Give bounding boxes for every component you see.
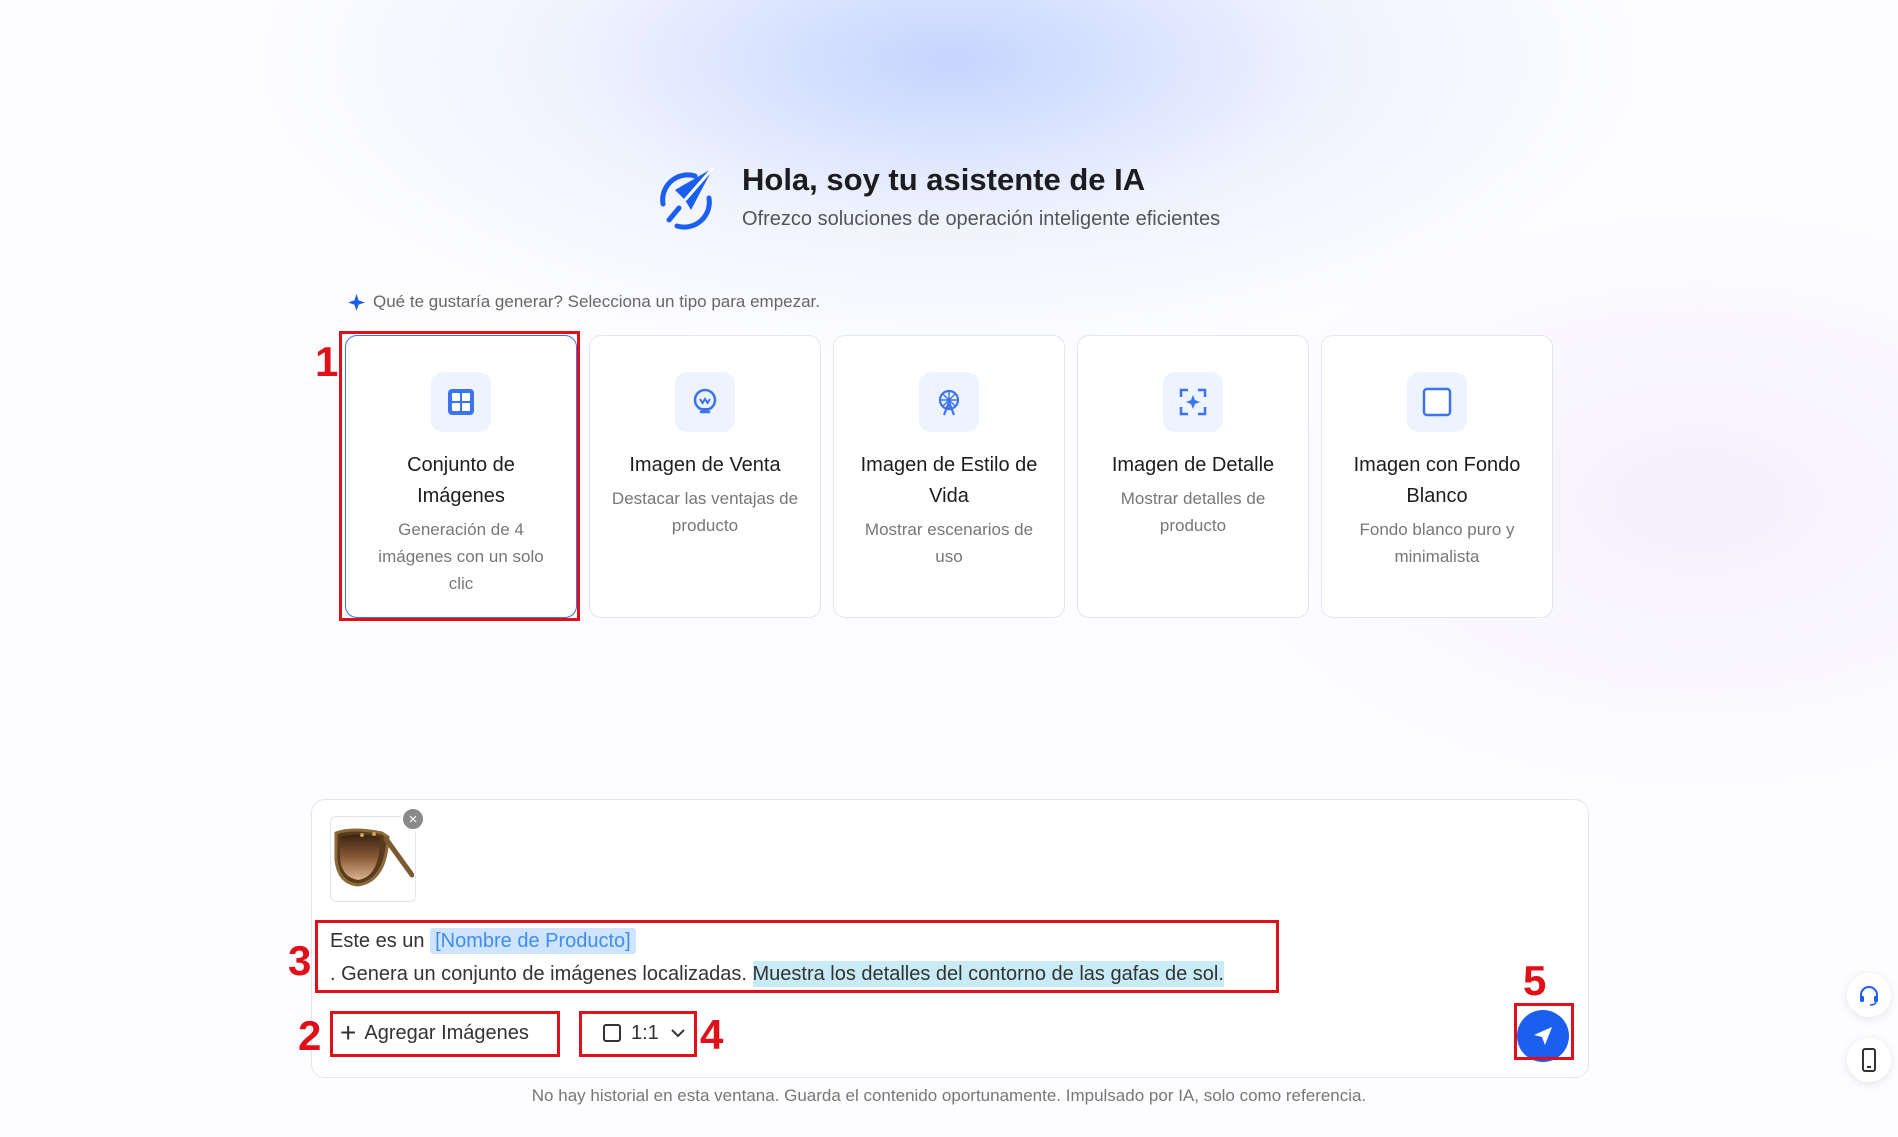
chat-input-panel: × Este es un [Nombre de Producto] . Gene…: [311, 799, 1589, 1078]
card-desc: Fondo blanco puro y minimalista: [1359, 520, 1515, 566]
add-images-button[interactable]: + Agregar Imágenes: [332, 1014, 537, 1052]
support-button[interactable]: [1847, 973, 1891, 1017]
sunglasses-image: [334, 828, 414, 887]
prompt-text: Qué te gustaría generar? Selecciona un t…: [373, 292, 821, 311]
annotation-number-2: 2: [298, 1012, 322, 1059]
sparkle-icon: [348, 293, 365, 311]
prompt-textarea[interactable]: Este es un [Nombre de Producto] . Genera…: [330, 925, 1290, 991]
send-icon: [1534, 1027, 1552, 1045]
lightbulb-icon: [693, 388, 717, 414]
uploaded-image-thumbnail[interactable]: ×: [330, 807, 425, 902]
annotation-number-3: 3: [288, 937, 312, 984]
annotation-number-5: 5: [1523, 957, 1547, 1004]
ferris-wheel-icon: [938, 389, 960, 416]
card-desc: Mostrar detalles de producto: [1120, 489, 1266, 535]
card-white-background-image[interactable]: Imagen con Fondo Blanco Fondo blanco pur…: [1321, 335, 1553, 618]
aspect-ratio-select[interactable]: 1:1: [593, 1014, 695, 1052]
prompt-highlight: Muestra los detalles del contorno de las…: [752, 961, 1224, 987]
plus-icon: +: [340, 1017, 357, 1048]
card-image-set[interactable]: Conjunto de Imágenes Generación de 4 imá…: [345, 335, 577, 618]
card-desc: Destacar las ventajas de producto: [611, 489, 799, 535]
ratio-square-icon: [603, 1024, 621, 1042]
card-sales-image[interactable]: Imagen de Venta Destacar las ventajas de…: [589, 335, 821, 618]
card-lifestyle-image[interactable]: Imagen de Estilo de Vida Mostrar escenar…: [833, 335, 1065, 618]
chevron-down-icon: [671, 1029, 685, 1038]
page-subtitle: Ofrezco soluciones de operación intelige…: [742, 208, 1221, 230]
annotation-number-4: 4: [700, 1011, 724, 1058]
card-title: Imagen con Fondo Blanco: [1353, 454, 1521, 507]
headset-icon: [1860, 986, 1878, 1006]
footer-disclaimer: No hay historial en esta ventana. Guarda…: [531, 1086, 1367, 1105]
card-title: Conjunto de Imágenes: [407, 454, 515, 507]
focus-icon: [1179, 388, 1207, 416]
annotation-number-1: 1: [315, 338, 339, 385]
add-images-label: Agregar Imágenes: [364, 1021, 529, 1044]
prompt-line: Qué te gustaría generar? Selecciona un t…: [348, 292, 820, 312]
card-icon-bg: [675, 372, 735, 432]
prompt-prefix: Este es un: [330, 930, 425, 952]
card-title: Imagen de Venta: [629, 454, 781, 476]
card-icon-bg: [919, 372, 979, 432]
page-title: Hola, soy tu asistente de IA: [742, 162, 1146, 197]
card-icon-bg: [431, 372, 491, 432]
remove-image-button[interactable]: ×: [401, 807, 425, 831]
mobile-button[interactable]: [1847, 1038, 1891, 1082]
card-title: Imagen de Detalle: [1111, 454, 1275, 476]
hero-header: Hola, soy tu asistente de IA Ofrezco sol…: [655, 160, 1220, 232]
type-cards: Conjunto de Imágenes Generación de 4 imá…: [345, 335, 1553, 618]
mobile-phone-icon: [1862, 1048, 1876, 1072]
card-detail-image[interactable]: Imagen de Detalle Mostrar detalles de pr…: [1077, 335, 1309, 618]
send-button[interactable]: [1517, 1010, 1569, 1062]
grid-icon: [448, 389, 474, 415]
square-icon: [1422, 387, 1452, 417]
card-icon-bg: [1407, 372, 1467, 432]
card-icon-bg: [1163, 372, 1223, 432]
card-desc: Generación de 4 imágenes con un solo cli…: [378, 520, 544, 593]
product-name-chip[interactable]: [Nombre de Producto]: [430, 928, 636, 954]
prompt-middle: . Genera un conjunto de imágenes localiz…: [330, 963, 747, 985]
card-title: Imagen de Estilo de Vida: [860, 454, 1038, 507]
rocket-logo-icon: [660, 167, 715, 230]
card-desc: Mostrar escenarios de uso: [864, 520, 1034, 566]
ratio-label: 1:1: [631, 1021, 659, 1044]
